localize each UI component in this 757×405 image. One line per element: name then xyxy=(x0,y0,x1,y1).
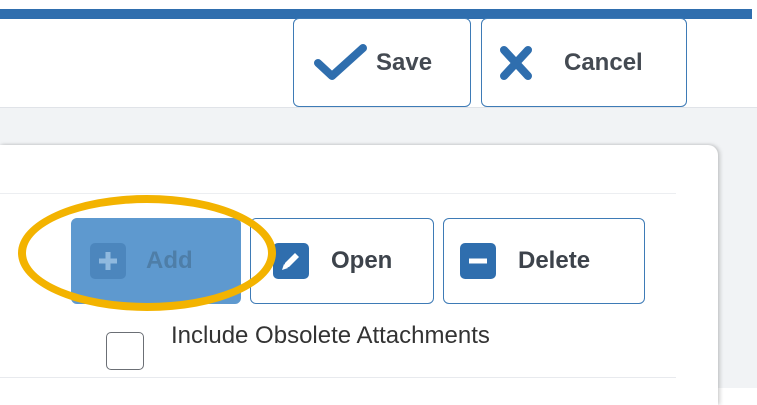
panel-header-divider xyxy=(0,193,676,194)
checkmark-icon xyxy=(314,43,368,83)
include-obsolete-label: Include Obsolete Attachments xyxy=(171,322,490,349)
add-button[interactable]: Add xyxy=(71,218,241,304)
cancel-button-label: Cancel xyxy=(564,48,643,76)
open-button-label: Open xyxy=(331,247,393,274)
save-button[interactable]: Save xyxy=(293,18,471,107)
plus-icon xyxy=(90,243,126,279)
cancel-button[interactable]: Cancel xyxy=(481,18,687,107)
pencil-icon xyxy=(273,243,309,279)
open-button[interactable]: Open xyxy=(250,218,434,304)
include-obsolete-checkbox[interactable] xyxy=(106,332,144,370)
minus-icon xyxy=(460,243,496,279)
save-button-label: Save xyxy=(376,48,433,76)
delete-button-label: Delete xyxy=(518,247,591,274)
panel-row-divider xyxy=(0,377,676,378)
x-icon xyxy=(498,43,534,83)
delete-button[interactable]: Delete xyxy=(443,218,645,304)
add-button-label: Add xyxy=(146,247,193,274)
